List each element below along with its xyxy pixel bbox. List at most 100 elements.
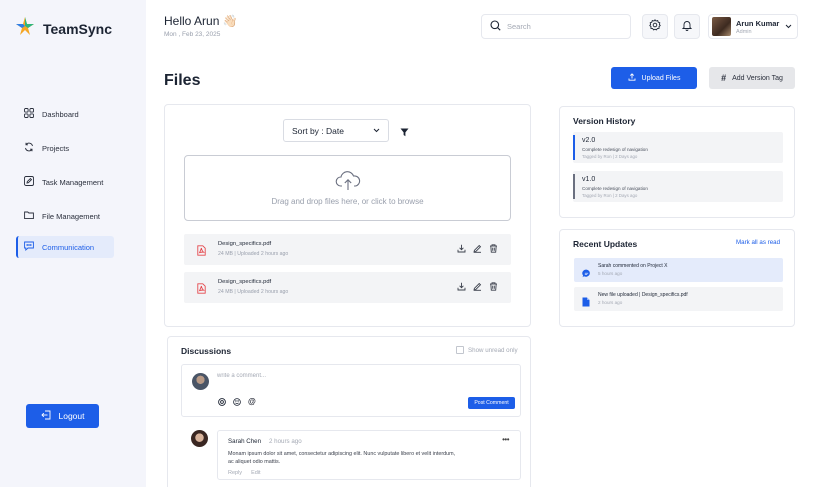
edit-icon — [24, 176, 34, 188]
refresh-icon — [24, 142, 34, 154]
settings-button[interactable] — [642, 14, 668, 39]
sidebar-item-label: Projects — [42, 143, 70, 153]
file-item[interactable]: Design_specifics.pdf 24 MB | Uploaded 2 … — [184, 234, 511, 265]
cloud-upload-icon — [335, 170, 361, 191]
file-item[interactable]: Design_specifics.pdf 24 MB | Uploaded 2 … — [184, 272, 511, 303]
version-description: Complete redesign of navigation — [582, 186, 648, 191]
emoji-icon[interactable] — [233, 398, 241, 406]
search-bar[interactable] — [481, 14, 631, 39]
sidebar-item-dashboard[interactable]: Dashboard — [16, 103, 114, 125]
brand-name: TeamSync — [43, 20, 112, 37]
file-meta: 24 MB | Uploaded 2 hours ago — [218, 289, 289, 295]
edit-icon[interactable] — [473, 244, 482, 253]
sidebar-item-label: Dashboard — [42, 109, 79, 119]
mention-icon[interactable]: @ — [248, 398, 256, 406]
version-history-title: Version History — [573, 116, 636, 126]
logout-button[interactable]: Logout — [26, 404, 99, 428]
pdf-icon — [197, 243, 206, 261]
page-title: Files — [164, 72, 201, 89]
chat-icon — [24, 241, 34, 253]
comment-author: Sarah Chen — [228, 438, 262, 445]
user-name: Arun Kumar — [736, 18, 780, 28]
update-item[interactable]: Sarah commented on Project X 5 hours ago — [574, 258, 783, 282]
edit-button[interactable]: Edit — [251, 470, 260, 476]
avatar — [191, 430, 208, 447]
sidebar: TeamSync Dashboard Projects Task Managem… — [0, 0, 146, 487]
pdf-icon — [197, 281, 206, 299]
add-version-tag-label: Add Version Tag — [732, 74, 783, 82]
greeting: Hello Arun 👋🏻 — [164, 14, 238, 28]
folder-icon — [24, 210, 34, 222]
user-role: Admin — [736, 28, 752, 35]
dropzone-text: Drag and drop files here, or click to br… — [271, 196, 424, 206]
version-name: v1.0 — [582, 176, 596, 183]
update-text: New file uploaded | Design_specifics.pdf — [598, 292, 688, 298]
sidebar-item-file-management[interactable]: File Management — [16, 205, 114, 227]
search-icon — [490, 18, 501, 36]
show-unread-label: Show unread only — [468, 346, 518, 354]
search-input[interactable] — [507, 22, 617, 31]
reply-button[interactable]: Reply — [228, 470, 242, 476]
version-indicator — [573, 135, 575, 160]
notifications-button[interactable] — [674, 14, 700, 39]
version-tagged: Tagged by Ron | 2 Days ago — [582, 154, 638, 159]
avatar — [712, 17, 731, 36]
sort-select[interactable]: Sort by : Date — [283, 119, 389, 142]
version-name: v2.0 — [582, 137, 596, 144]
version-tagged: Tagged by Ron | 2 Days ago — [582, 193, 638, 198]
update-time: 2 hours ago — [598, 300, 623, 305]
trash-icon[interactable] — [489, 282, 498, 291]
hash-icon: # — [721, 73, 727, 83]
logout-icon — [40, 410, 51, 422]
upload-icon — [628, 73, 636, 83]
discussions-title: Discussions — [181, 346, 232, 356]
mark-all-read-link[interactable]: Mark all as read — [736, 239, 780, 246]
brand[interactable]: TeamSync — [14, 15, 112, 42]
upload-files-button[interactable]: Upload Files — [611, 67, 697, 89]
recent-updates-title: Recent Updates — [573, 239, 638, 249]
comment-time: 2 hours ago — [269, 438, 302, 445]
chevron-down-icon — [785, 24, 792, 29]
comment-item: Sarah Chen 2 hours ago ••• Monam ipsum d… — [217, 430, 521, 480]
sort-label: Sort by : Date — [292, 125, 344, 136]
gear-icon — [649, 18, 661, 36]
trash-icon[interactable] — [489, 244, 498, 253]
comment-composer: @ Post Comment — [181, 364, 521, 417]
chevron-down-icon — [373, 128, 380, 133]
update-item[interactable]: New file uploaded | Design_specifics.pdf… — [574, 287, 783, 311]
update-text: Sarah commented on Project X — [598, 263, 668, 269]
file-icon — [582, 294, 590, 312]
logo-icon — [14, 15, 36, 42]
version-item[interactable]: v2.0 Complete redesign of navigation Tag… — [573, 132, 783, 163]
avatar — [192, 373, 209, 390]
file-dropzone[interactable]: Drag and drop files here, or click to br… — [184, 155, 511, 221]
version-description: Complete redesign of navigation — [582, 147, 648, 152]
grid-icon — [24, 108, 34, 120]
sidebar-item-task-management[interactable]: Task Management — [16, 171, 114, 193]
more-options-icon[interactable]: ••• — [502, 435, 509, 444]
user-profile-menu[interactable]: Arun Kumar Admin — [708, 14, 798, 39]
show-unread-toggle[interactable]: Show unread only — [456, 346, 518, 354]
current-date: Mon , Feb 23, 2025 — [164, 31, 221, 38]
version-indicator — [573, 174, 575, 199]
update-time: 5 hours ago — [598, 271, 623, 276]
checkbox[interactable] — [456, 346, 464, 354]
version-item[interactable]: v1.0 Complete redesign of navigation Tag… — [573, 171, 783, 202]
file-meta: 24 MB | Uploaded 2 hours ago — [218, 251, 289, 257]
attach-icon[interactable] — [218, 398, 226, 406]
comment-icon — [582, 265, 591, 283]
add-version-tag-button[interactable]: # Add Version Tag — [709, 67, 795, 89]
sidebar-item-label: File Management — [42, 211, 100, 221]
edit-icon[interactable] — [473, 282, 482, 291]
download-icon[interactable] — [457, 244, 466, 253]
comment-input[interactable] — [217, 373, 507, 379]
sidebar-item-communication[interactable]: Communication — [16, 236, 114, 258]
post-comment-button[interactable]: Post Comment — [468, 397, 515, 409]
file-name: Design_specifics.pdf — [218, 279, 272, 285]
bell-icon — [681, 18, 693, 36]
filter-icon[interactable] — [400, 124, 409, 142]
sidebar-item-label: Communication — [42, 242, 95, 252]
upload-files-label: Upload Files — [641, 74, 681, 82]
download-icon[interactable] — [457, 282, 466, 291]
sidebar-item-projects[interactable]: Projects — [16, 137, 114, 159]
